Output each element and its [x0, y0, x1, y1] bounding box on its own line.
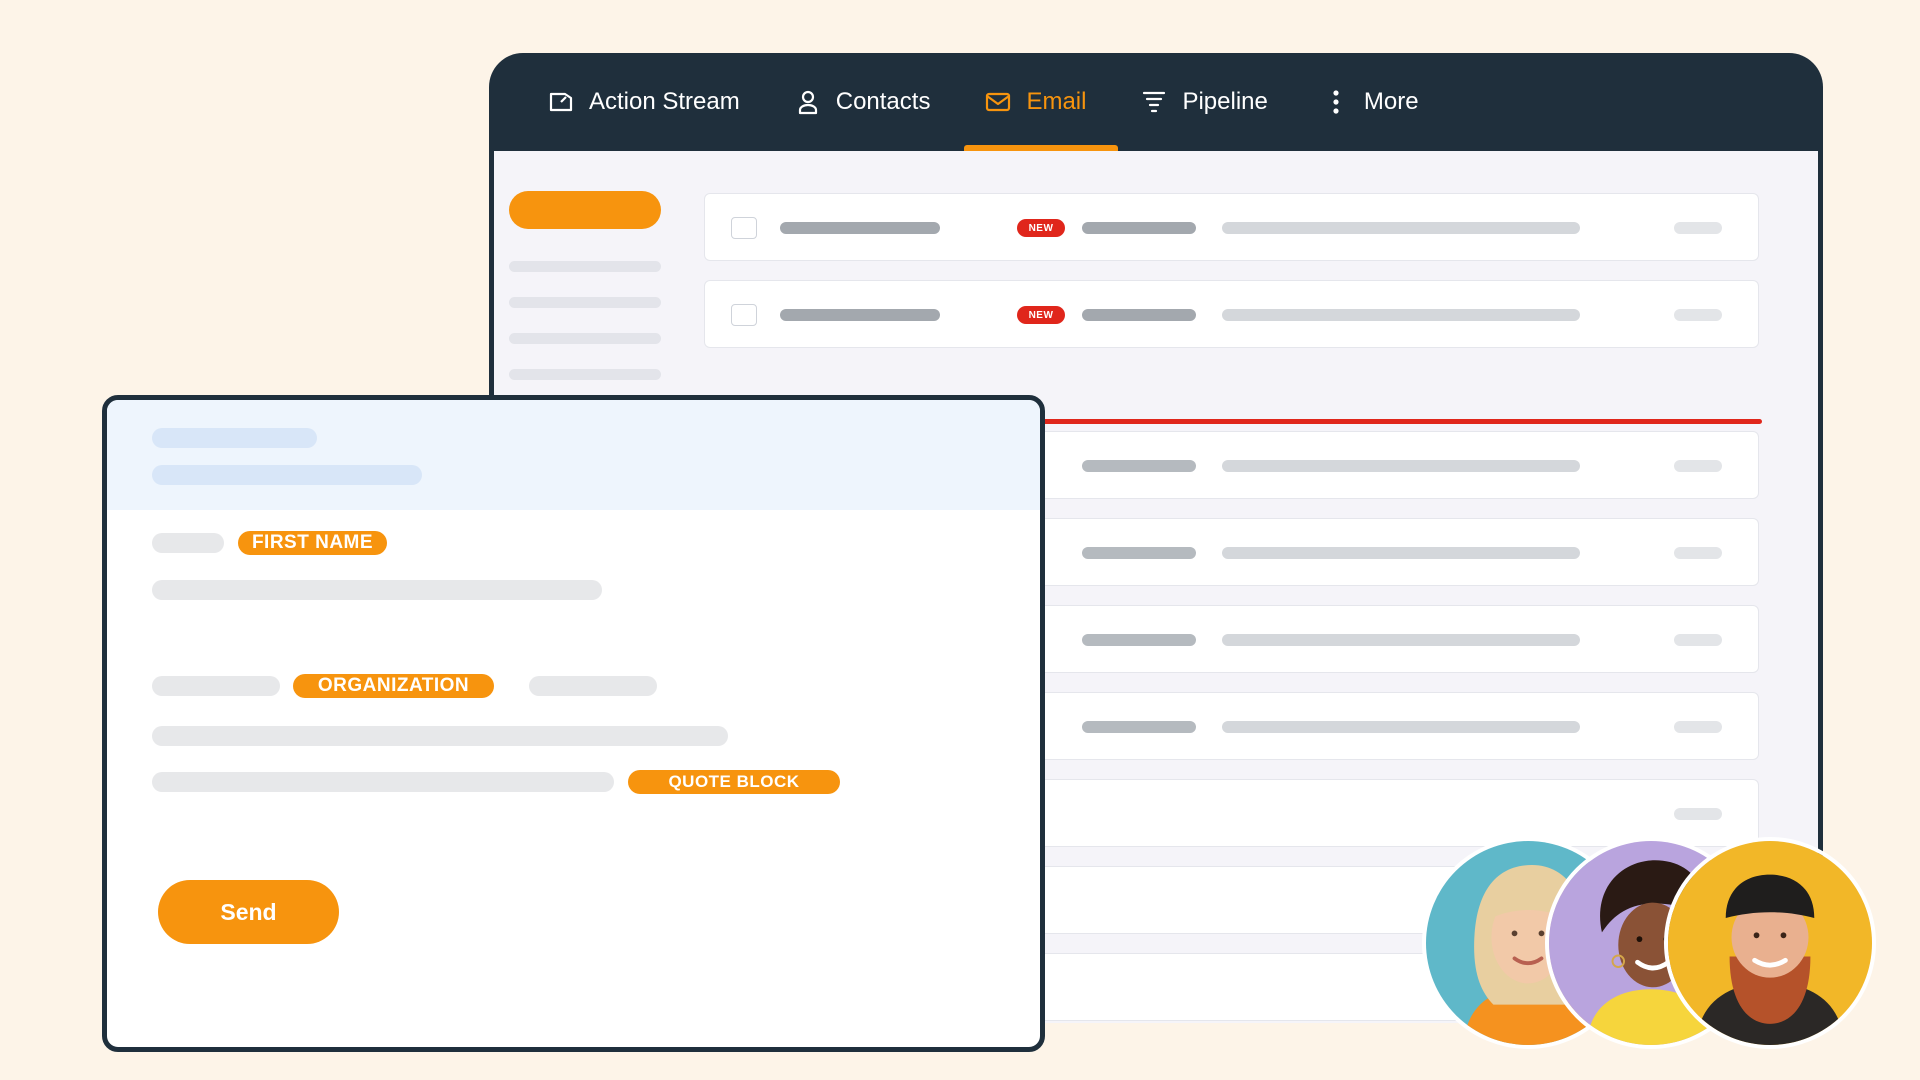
- preview-placeholder: [1222, 634, 1580, 646]
- row-checkbox[interactable]: [731, 304, 757, 326]
- text-line-placeholder: [152, 772, 614, 792]
- compose-button[interactable]: [509, 191, 661, 229]
- sender-placeholder: [780, 222, 940, 234]
- tab-email[interactable]: Email: [964, 53, 1119, 151]
- merge-tag-quote-block[interactable]: QUOTE BLOCK: [628, 770, 840, 794]
- sidebar-item[interactable]: [509, 261, 661, 272]
- action-stream-icon: [547, 88, 575, 116]
- tab-more[interactable]: More: [1322, 53, 1419, 151]
- row-checkbox[interactable]: [731, 217, 757, 239]
- subject-placeholder[interactable]: [152, 465, 422, 485]
- avatar: [1664, 837, 1876, 1049]
- subject-placeholder: [1082, 721, 1196, 733]
- text-line-placeholder: [529, 676, 657, 696]
- tab-pipeline[interactable]: Pipeline: [1140, 53, 1268, 151]
- recipient-placeholder[interactable]: [152, 428, 317, 448]
- greeting-placeholder: [152, 533, 224, 553]
- date-placeholder: [1674, 222, 1722, 234]
- date-placeholder: [1674, 460, 1722, 472]
- merge-tag-first-name[interactable]: FIRST NAME: [238, 531, 387, 555]
- vertical-dots-icon: [1322, 88, 1350, 116]
- date-placeholder: [1674, 808, 1722, 820]
- preview-placeholder: [1222, 547, 1580, 559]
- preview-placeholder: [1222, 309, 1580, 321]
- subject-placeholder: [1082, 460, 1196, 472]
- email-row[interactable]: NEW: [704, 280, 1759, 348]
- tab-label: Contacts: [835, 88, 931, 115]
- user-icon: [794, 88, 822, 116]
- preview-placeholder: [1222, 222, 1580, 234]
- compose-header: [107, 400, 1040, 510]
- compose-window: FIRST NAME ORGANIZATION QUOTE BLOCK Send: [102, 395, 1045, 1052]
- text-line-placeholder: [152, 676, 280, 696]
- subject-placeholder: [1082, 634, 1196, 646]
- envelope-icon: [984, 88, 1012, 116]
- date-placeholder: [1674, 634, 1722, 646]
- subject-placeholder: [1082, 309, 1196, 321]
- date-placeholder: [1674, 547, 1722, 559]
- tab-label: Email: [1026, 88, 1087, 115]
- sender-placeholder: [780, 309, 940, 321]
- tab-label: More: [1363, 88, 1419, 115]
- tab-contacts[interactable]: Contacts: [794, 53, 931, 151]
- sidebar-item[interactable]: [509, 369, 661, 380]
- subject-placeholder: [1082, 222, 1196, 234]
- date-placeholder: [1674, 721, 1722, 733]
- new-badge: NEW: [1017, 306, 1065, 324]
- send-button[interactable]: Send: [158, 880, 339, 944]
- sidebar-item[interactable]: [509, 297, 661, 308]
- new-badge: NEW: [1017, 219, 1065, 237]
- sidebar-item[interactable]: [509, 333, 661, 344]
- text-line-placeholder: [152, 726, 728, 746]
- subject-placeholder: [1082, 547, 1196, 559]
- tab-action-stream[interactable]: Action Stream: [547, 53, 740, 151]
- funnel-icon: [1140, 88, 1168, 116]
- date-placeholder: [1674, 309, 1722, 321]
- preview-placeholder: [1222, 460, 1580, 472]
- tab-label: Pipeline: [1182, 88, 1268, 115]
- merge-tag-organization[interactable]: ORGANIZATION: [293, 674, 494, 698]
- tab-label: Action Stream: [589, 88, 740, 115]
- text-line-placeholder: [152, 580, 602, 600]
- top-navigation: Action Stream Contacts Email Pipeline Mo…: [489, 53, 1823, 151]
- preview-placeholder: [1222, 721, 1580, 733]
- email-row[interactable]: NEW: [704, 193, 1759, 261]
